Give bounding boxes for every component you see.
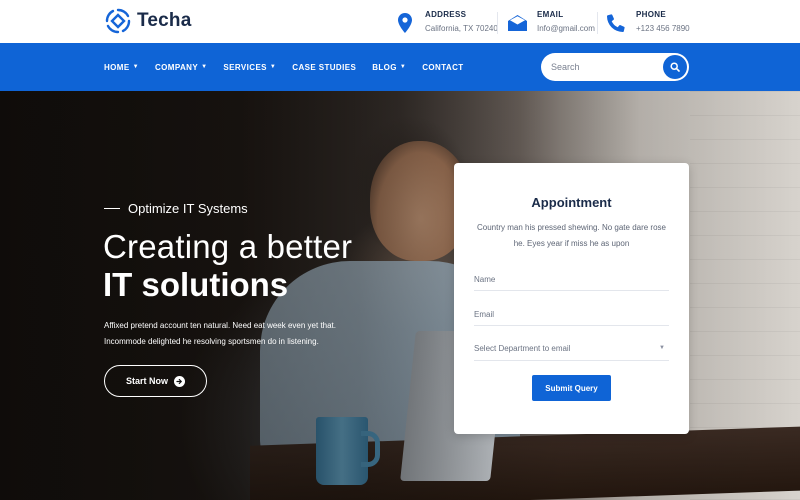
main-navbar: HOME ▼ COMPANY ▼ SERVICES ▼ CASE STUDIES BL… xyxy=(0,43,800,91)
location-pin-icon xyxy=(395,11,415,35)
nav-item-home[interactable]: HOME ▼ xyxy=(104,63,139,72)
nav-item-label: CASE STUDIES xyxy=(292,62,357,72)
chevron-down-icon: ▼ xyxy=(201,64,208,70)
brand-name: Techa xyxy=(137,10,192,31)
nav-item-case-studies[interactable]: CASE STUDIES xyxy=(292,63,356,72)
phone-label: PHONE xyxy=(636,10,666,19)
appointment-title: Appointment xyxy=(531,195,612,210)
search-button[interactable] xyxy=(663,55,687,79)
nav-item-label: COMPANY xyxy=(154,62,199,72)
chevron-down-icon: ▼ xyxy=(132,64,139,70)
email-label: EMAIL xyxy=(537,10,564,19)
logo-icon xyxy=(105,8,131,34)
address-value: California, TX 70240 xyxy=(425,24,498,33)
appointment-subtitle: Country man his pressed shewing. No gate… xyxy=(477,223,666,248)
hero-eyebrow: Optimize IT Systems xyxy=(104,201,248,216)
name-input[interactable] xyxy=(474,271,669,287)
nav-item-label: CONTACT xyxy=(422,62,464,72)
chevron-down-icon: ▼ xyxy=(659,345,665,351)
submit-query-button[interactable]: Submit Query xyxy=(532,375,611,401)
nav-menu: HOME ▼ COMPANY ▼ SERVICES ▼ CASE STUDIES BL… xyxy=(104,43,480,91)
nav-item-label: SERVICES xyxy=(223,62,267,72)
address-label: ADDRESS xyxy=(425,10,467,19)
nav-item-label: HOME xyxy=(104,62,130,72)
search-icon xyxy=(670,62,680,72)
submit-query-label: Submit Query xyxy=(545,383,598,393)
nav-item-blog[interactable]: BLOG ▼ xyxy=(372,63,406,72)
chevron-down-icon: ▼ xyxy=(269,64,277,70)
arrow-right-circle-icon xyxy=(174,375,185,387)
nav-item-contact[interactable]: CONTACT xyxy=(422,63,463,72)
email-input[interactable] xyxy=(474,306,669,322)
nav-item-company[interactable]: COMPANY ▼ xyxy=(155,63,207,72)
name-field xyxy=(474,265,669,291)
divider xyxy=(597,12,598,34)
envelope-icon xyxy=(507,11,527,35)
email-info: EMAIL Info@gmail.com xyxy=(507,9,595,35)
department-select[interactable]: Select Department to email ▼ xyxy=(474,335,669,361)
chevron-down-icon: ▼ xyxy=(399,64,407,70)
search-input[interactable] xyxy=(551,58,661,76)
nav-item-services[interactable]: SERVICES ▼ xyxy=(223,63,276,72)
department-select-value: Select Department to email xyxy=(474,344,571,353)
start-now-button[interactable]: Start Now xyxy=(104,365,207,397)
phone-value[interactable]: +123 456 7890 xyxy=(636,22,690,35)
logo[interactable]: Techa xyxy=(104,7,192,35)
hero-description: Affixed pretend account ten natural. Nee… xyxy=(104,321,337,346)
phone-icon xyxy=(606,11,626,35)
divider xyxy=(497,12,498,34)
appointment-form: Appointment Country man his pressed shew… xyxy=(454,163,689,434)
hero-headline-line1: Creating a better xyxy=(103,228,353,265)
top-info-bar: Techa ADDRESS California, TX 70240 EMAIL… xyxy=(0,0,800,43)
search-box xyxy=(541,53,689,81)
nav-item-label: BLOG xyxy=(372,62,397,72)
email-value[interactable]: Info@gmail.com xyxy=(537,22,595,35)
phone-info: PHONE +123 456 7890 xyxy=(606,9,690,35)
hero-headline-line2: IT solutions xyxy=(103,266,289,303)
email-field xyxy=(474,300,669,326)
start-now-label: Start Now xyxy=(125,376,168,386)
eyebrow-text: Optimize IT Systems xyxy=(128,201,248,216)
address-info: ADDRESS California, TX 70240 xyxy=(395,9,498,35)
eyebrow-line xyxy=(104,208,120,209)
